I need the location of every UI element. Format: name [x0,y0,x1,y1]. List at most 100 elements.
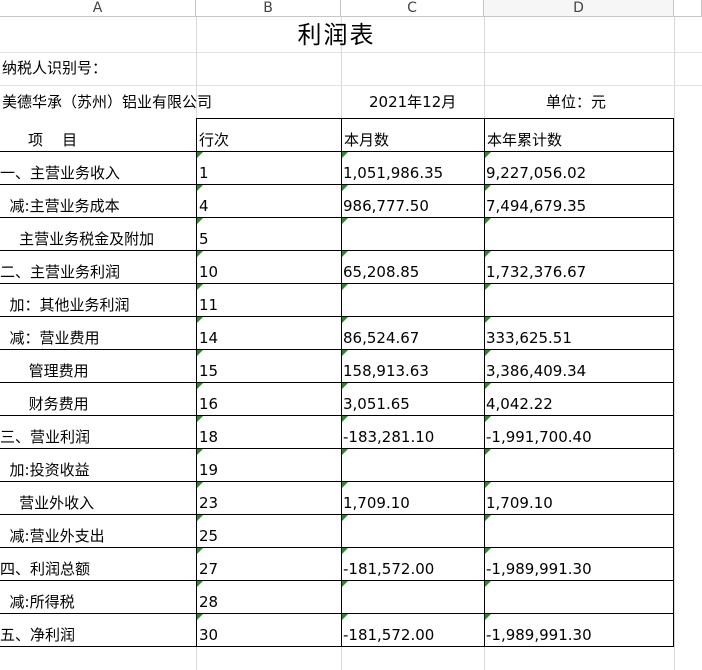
row-ytd-amount[interactable]: -1,991,700.40 [486,428,592,446]
table-border-h [0,646,674,647]
number-as-text-indicator [197,383,203,389]
number-as-text-indicator [342,581,348,587]
row-line-number[interactable]: 28 [199,593,218,611]
number-as-text-indicator [485,185,491,191]
row-item-label[interactable]: 加:投资收益 [0,461,90,479]
number-as-text-indicator [197,218,203,224]
row-line-number[interactable]: 18 [199,428,218,446]
row-line-number[interactable]: 27 [199,560,218,578]
row-line-number[interactable]: 15 [199,362,218,380]
row-line-number[interactable]: 5 [199,230,209,248]
row-ytd-amount[interactable]: 4,042.22 [486,395,553,413]
report-period: 2021年12月 [369,93,457,111]
row-ytd-amount[interactable]: -1,989,991.30 [486,626,592,644]
spreadsheet[interactable]: A B C D 利润表 纳税人识别号： 美德华承（苏州）铝业有限公司 2021年… [0,0,702,670]
row-line-number[interactable]: 30 [199,626,218,644]
row-line-number[interactable]: 10 [199,263,218,281]
row-ytd-amount[interactable]: 1,709.10 [486,494,553,512]
number-as-text-indicator [197,350,203,356]
row-ytd-amount[interactable]: -1,989,991.30 [486,560,592,578]
number-as-text-indicator [485,416,491,422]
number-as-text-indicator [197,614,203,620]
row-item-label[interactable]: 营业外收入 [0,494,94,512]
column-header-e[interactable] [674,0,702,17]
header-item: 项 目 [28,131,78,149]
row-item-label[interactable]: 管理费用 [0,362,89,380]
table-border-top [196,118,674,119]
number-as-text-indicator [342,548,348,554]
number-as-text-indicator [485,515,491,521]
row-ytd-amount[interactable]: 3,386,409.34 [486,362,586,380]
number-as-text-indicator [342,218,348,224]
number-as-text-indicator [342,152,348,158]
row-ytd-amount[interactable]: 7,494,679.35 [486,197,586,215]
table-border-h [0,250,674,251]
row-month-amount[interactable]: 1,709.10 [343,494,410,512]
row-item-label[interactable]: 财务费用 [0,395,89,413]
row-line-number[interactable]: 1 [199,164,209,182]
column-header-b[interactable]: B [196,0,341,17]
number-as-text-indicator [485,152,491,158]
table-border-h [0,481,674,482]
table-border-h [0,547,674,548]
number-as-text-indicator [485,218,491,224]
number-as-text-indicator [342,317,348,323]
row-ytd-amount[interactable]: 9,227,056.02 [486,164,586,182]
row-line-number[interactable]: 25 [199,527,218,545]
column-header-a[interactable]: A [0,0,196,17]
taxpayer-id-label: 纳税人识别号： [2,59,108,77]
row-month-amount[interactable]: -183,281.10 [343,428,434,446]
row-month-amount[interactable]: 65,208.85 [343,263,419,281]
number-as-text-indicator [342,185,348,191]
row-item-label[interactable]: 三、营业利润 [0,428,90,446]
row-month-amount[interactable]: 158,913.63 [343,362,429,380]
row-month-amount[interactable]: 86,524.67 [343,329,419,347]
row-line-number[interactable]: 11 [199,296,218,314]
company-name: 美德华承（苏州）铝业有限公司 [2,93,213,111]
table-border-h [0,349,674,350]
row-item-label[interactable]: 四、利润总额 [0,560,90,578]
number-as-text-indicator [485,251,491,257]
row-ytd-amount[interactable]: 1,732,376.67 [486,263,586,281]
row-item-label[interactable]: 主营业务税金及附加 [0,230,154,248]
row-month-amount[interactable]: 986,777.50 [343,197,429,215]
row-item-label[interactable]: 五、净利润 [0,626,75,644]
row-item-label[interactable]: 减:所得税 [0,593,75,611]
number-as-text-indicator [197,515,203,521]
row-item-label[interactable]: 减:主营业务成本 [0,197,120,215]
row-month-amount[interactable]: -181,572.00 [343,626,434,644]
number-as-text-indicator [197,152,203,158]
header-ytd: 本年累计数 [487,131,563,149]
row-item-label[interactable]: 减：营业费用 [0,329,100,347]
number-as-text-indicator [197,482,203,488]
table-border-h [0,151,674,152]
column-header-d[interactable]: D [484,0,674,17]
row-item-label[interactable]: 一、主营业务收入 [0,164,120,182]
row-month-amount[interactable]: 3,051.65 [343,395,410,413]
number-as-text-indicator [485,548,491,554]
row-item-label[interactable]: 加：其他业务利润 [0,296,130,314]
number-as-text-indicator [485,383,491,389]
number-as-text-indicator [197,251,203,257]
row-month-amount[interactable]: 1,051,986.35 [343,164,443,182]
row-line-number[interactable]: 14 [199,329,218,347]
number-as-text-indicator [197,581,203,587]
table-border-h [0,316,674,317]
row-item-label[interactable]: 减:营业外支出 [0,527,105,545]
table-border-h [0,283,674,284]
row-item-label[interactable]: 二、主营业务利润 [0,263,120,281]
row-line-number[interactable]: 23 [199,494,218,512]
row-line-number[interactable]: 19 [199,461,218,479]
row-month-amount[interactable]: -181,572.00 [343,560,434,578]
column-header-c[interactable]: C [341,0,484,17]
row-ytd-amount[interactable]: 333,625.51 [486,329,572,347]
number-as-text-indicator [485,449,491,455]
header-line: 行次 [199,131,230,149]
number-as-text-indicator [197,185,203,191]
table-border-h [0,613,674,614]
row-line-number[interactable]: 16 [199,395,218,413]
number-as-text-indicator [197,548,203,554]
number-as-text-indicator [197,317,203,323]
row-line-number[interactable]: 4 [199,197,209,215]
table-border-h [0,580,674,581]
